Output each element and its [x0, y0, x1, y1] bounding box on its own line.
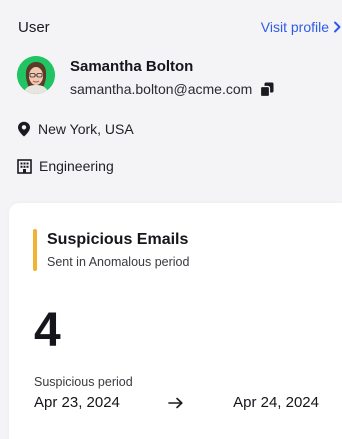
user-name: Samantha Bolton	[70, 58, 194, 75]
chevron-right-icon	[333, 21, 342, 33]
user-info: Samantha Bolton samantha.bolton@acme.com	[70, 58, 274, 98]
user-email-row: samantha.bolton@acme.com	[70, 80, 274, 98]
visit-profile-link[interactable]: Visit profile	[261, 19, 342, 35]
card-accent-bar	[33, 229, 37, 271]
location-text: New York, USA	[38, 121, 134, 137]
copy-icon[interactable]	[260, 82, 274, 97]
user-details-panel: User Visit profile Samantha Bolton saman…	[0, 0, 342, 439]
period-range: Apr 23, 2024 Apr 24, 2024	[34, 393, 319, 415]
location-pin-icon	[17, 121, 31, 137]
visit-profile-label: Visit profile	[260, 19, 329, 35]
arrow-right-icon	[168, 396, 184, 414]
user-summary: Samantha Bolton samantha.bolton@acme.com	[17, 56, 274, 100]
panel-header: User Visit profile	[18, 16, 342, 38]
avatar	[17, 56, 55, 94]
period-end-date: Apr 24, 2024	[233, 394, 319, 411]
user-email: samantha.bolton@acme.com	[70, 81, 253, 97]
department-text: Engineering	[39, 158, 114, 174]
suspicious-emails-card: Suspicious Emails Sent in Anomalous peri…	[9, 203, 342, 439]
panel-title: User	[18, 18, 50, 36]
card-subtitle: Sent in Anomalous period	[47, 255, 190, 269]
building-icon	[17, 158, 32, 174]
card-title: Suspicious Emails	[47, 231, 189, 248]
period-start-date: Apr 23, 2024	[34, 394, 120, 411]
user-department: Engineering	[17, 158, 114, 174]
suspicious-email-count: 4	[34, 304, 61, 357]
period-label: Suspicious period	[34, 375, 133, 389]
user-location: New York, USA	[17, 121, 134, 137]
